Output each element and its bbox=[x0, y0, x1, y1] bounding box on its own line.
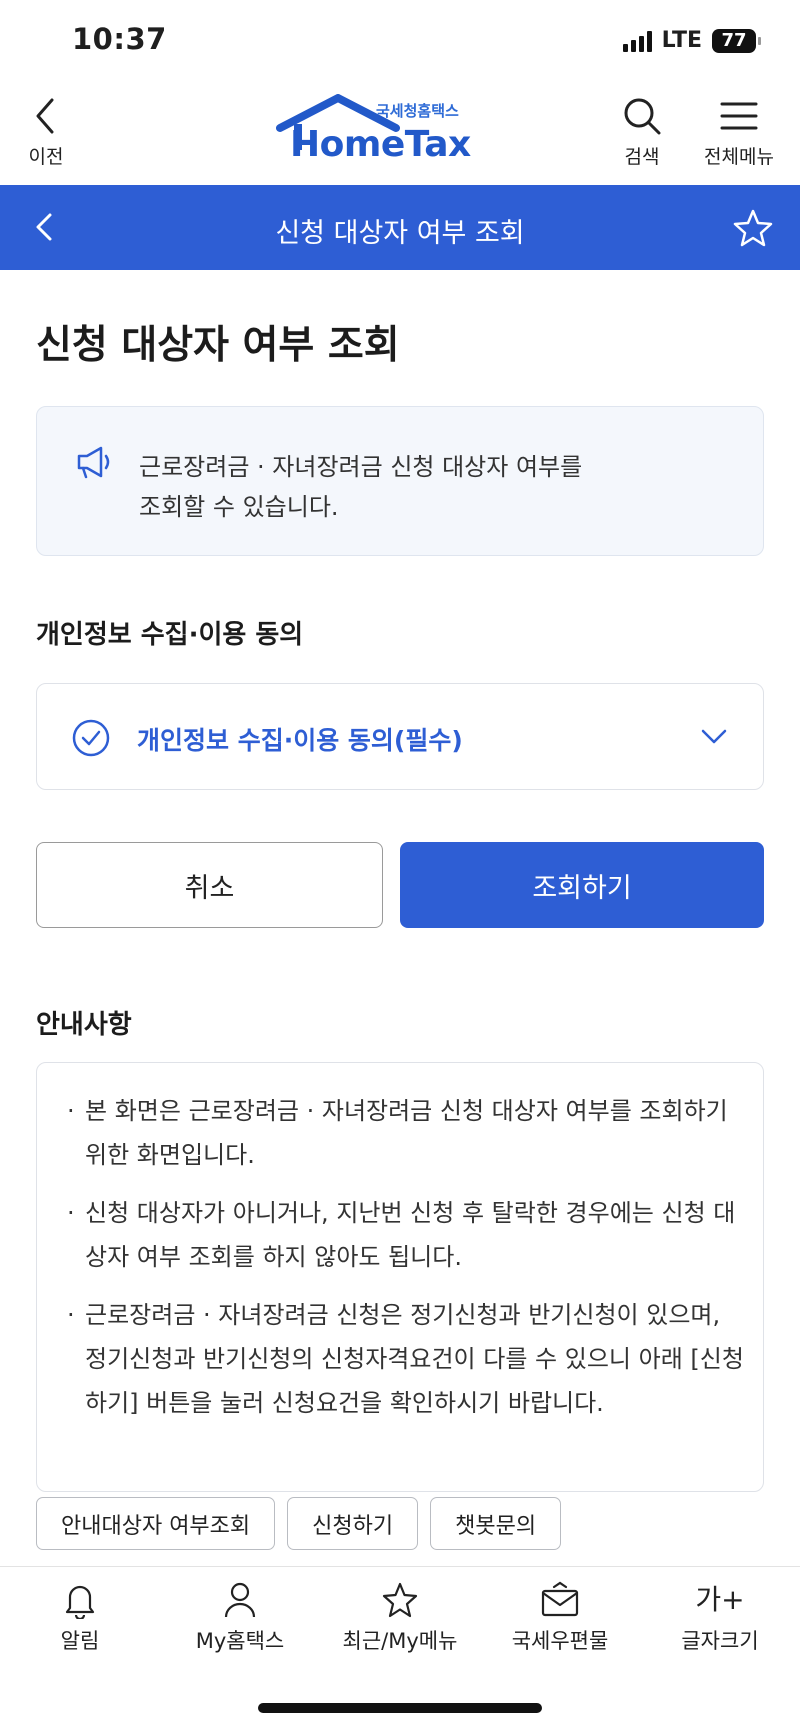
status-bar: 10:37 LTE 77 bbox=[0, 0, 800, 90]
person-icon bbox=[224, 1582, 256, 1618]
star-icon bbox=[382, 1582, 418, 1618]
hamburger-icon bbox=[720, 102, 758, 130]
tab-label: 국세우편물 bbox=[511, 1629, 609, 1653]
status-time: 10:37 bbox=[72, 22, 167, 56]
tab-label: 최근/My메뉴 bbox=[342, 1629, 458, 1653]
tab-my-hometax[interactable]: My홈택스 bbox=[160, 1581, 320, 1655]
consent-section-title: 개인정보 수집·이용 동의 bbox=[36, 620, 304, 650]
page-title: 신청 대상자 여부 조회 bbox=[36, 323, 400, 368]
chevron-left-icon bbox=[36, 98, 54, 134]
megaphone-icon bbox=[77, 446, 110, 479]
notice-line-2: 조회할 수 있습니다. bbox=[139, 493, 339, 521]
search-icon bbox=[624, 98, 661, 135]
info-item: 신청 대상자가 아니거나, 지난번 신청 후 탈락한 경우에는 신청 대상자 여… bbox=[67, 1191, 747, 1279]
menu-button[interactable]: 전체메뉴 bbox=[704, 96, 774, 169]
quick-link-eligibility[interactable]: 안내대상자 여부조회 bbox=[36, 1497, 276, 1550]
info-section-title: 안내사항 bbox=[36, 1010, 132, 1040]
logo-subtitle: 국세청홈택스 bbox=[376, 102, 459, 120]
notice-line-1: 근로장려금 · 자녀장려금 신청 대상자 여부를 bbox=[139, 453, 583, 481]
status-indicators: LTE 77 bbox=[622, 28, 761, 53]
quick-link-apply[interactable]: 신청하기 bbox=[287, 1497, 419, 1550]
tab-label: 글자크기 bbox=[681, 1629, 759, 1653]
consent-accordion[interactable]: 개인정보 수집·이용 동의(필수) bbox=[36, 683, 764, 790]
bell-icon bbox=[65, 1585, 95, 1619]
quick-links: 안내대상자 여부조회 신청하기 챗봇문의 bbox=[36, 1497, 562, 1550]
title-bar: 신청 대상자 여부 조회 bbox=[0, 185, 800, 270]
tab-alerts[interactable]: 알림 bbox=[0, 1581, 160, 1655]
star-outline-icon bbox=[733, 209, 773, 247]
info-list: 본 화면은 근로장려금 · 자녀장려금 신청 대상자 여부를 조회하기 위한 화… bbox=[67, 1089, 747, 1439]
search-button[interactable]: 검색 bbox=[622, 96, 662, 169]
back-label: 이전 bbox=[28, 146, 64, 168]
hometax-logo[interactable]: 국세청홈택스 HomeTax bbox=[272, 94, 472, 165]
notice-text: 근로장려금 · 자녀장려금 신청 대상자 여부를 조회할 수 있습니다. bbox=[139, 447, 739, 527]
logo-text: HomeTax bbox=[290, 124, 471, 165]
battery-icon: 77 bbox=[712, 28, 761, 53]
tab-label: My홈택스 bbox=[195, 1629, 285, 1653]
cancel-button[interactable]: 취소 bbox=[36, 842, 383, 928]
info-item: 본 화면은 근로장려금 · 자녀장려금 신청 대상자 여부를 조회하기 위한 화… bbox=[67, 1089, 747, 1177]
tab-tax-mail[interactable]: 국세우편물 bbox=[480, 1581, 640, 1655]
home-indicator bbox=[258, 1703, 542, 1713]
search-label: 검색 bbox=[624, 146, 660, 168]
tab-font-size[interactable]: 가+ 글자크기 bbox=[640, 1581, 800, 1655]
chevron-down-icon[interactable] bbox=[699, 724, 729, 748]
signal-icon bbox=[622, 30, 652, 52]
mail-icon bbox=[541, 1581, 579, 1617]
consent-label: 개인정보 수집·이용 동의(필수) bbox=[137, 726, 463, 755]
favorite-button[interactable] bbox=[732, 207, 774, 253]
check-circle-icon[interactable] bbox=[71, 718, 111, 758]
quick-link-chatbot[interactable]: 챗봇문의 bbox=[430, 1497, 562, 1550]
info-item: 근로장려금 · 자녀장려금 신청은 정기신청과 반기신청이 있으며, 정기신청과… bbox=[67, 1293, 747, 1425]
query-button[interactable]: 조회하기 bbox=[400, 842, 764, 928]
tab-label: 알림 bbox=[60, 1629, 100, 1653]
notice-box: 근로장려금 · 자녀장려금 신청 대상자 여부를 조회할 수 있습니다. bbox=[36, 406, 764, 556]
menu-label: 전체메뉴 bbox=[704, 146, 774, 168]
network-type: LTE bbox=[661, 28, 702, 53]
tab-recent-menu[interactable]: 최근/My메뉴 bbox=[320, 1581, 480, 1655]
back-button[interactable]: 이전 bbox=[26, 96, 66, 169]
app-header: 이전 국세청홈택스 HomeTax 검색 전체메뉴 bbox=[0, 90, 800, 185]
font-size-icon: 가+ bbox=[695, 1583, 745, 1616]
info-box: 본 화면은 근로장려금 · 자녀장려금 신청 대상자 여부를 조회하기 위한 화… bbox=[36, 1062, 764, 1492]
bottom-tab-bar: 알림 My홈택스 최근/My메뉴 국세우편물 가+ 글자크기 bbox=[0, 1566, 800, 1729]
title-bar-title: 신청 대상자 여부 조회 bbox=[275, 218, 525, 249]
